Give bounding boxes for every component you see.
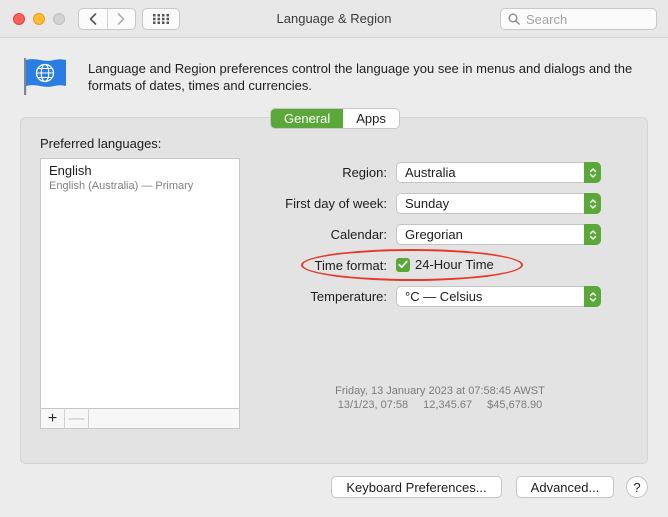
tab-bar: General Apps: [270, 108, 400, 129]
search-icon: [508, 13, 520, 25]
language-list[interactable]: English English (Australia) — Primary: [40, 158, 240, 409]
help-button[interactable]: ?: [626, 476, 648, 498]
sample-short-date: 13/1/23, 07:58: [337, 399, 409, 411]
time-format-checkbox-row[interactable]: 24-Hour Time: [396, 257, 494, 272]
preference-description: Language and Region preferences control …: [88, 61, 633, 93]
search-field[interactable]: [500, 8, 657, 30]
sample-number: 12,345.67: [423, 399, 473, 411]
time-format-label: Time format:: [314, 258, 387, 273]
temperature-popup[interactable]: °C — Celsius: [396, 286, 601, 307]
region-popup[interactable]: Australia: [396, 162, 601, 183]
first-day-popup[interactable]: Sunday: [396, 193, 601, 214]
title-bar: Language & Region: [0, 0, 668, 38]
calendar-popup[interactable]: Gregorian: [396, 224, 601, 245]
keyboard-preferences-button[interactable]: Keyboard Preferences...: [331, 476, 502, 498]
popup-arrows-icon: [584, 286, 601, 307]
popup-arrows-icon: [584, 224, 601, 245]
popup-arrows-icon: [584, 193, 601, 214]
region-value: Australia: [405, 165, 456, 180]
time-format-checkbox[interactable]: [396, 257, 410, 272]
add-language-button[interactable]: +: [41, 409, 65, 428]
language-item-name[interactable]: English: [49, 163, 92, 178]
language-region-flag-icon: [22, 56, 68, 96]
language-list-controls: + —: [40, 408, 240, 429]
language-item-detail: English (Australia) — Primary: [49, 180, 194, 192]
sample-currency: $45,678.90: [487, 399, 543, 411]
calendar-value: Gregorian: [405, 227, 463, 242]
advanced-button[interactable]: Advanced...: [516, 476, 614, 498]
first-day-label: First day of week:: [285, 196, 387, 211]
sample-short-formats: 13/1/23, 07:58 12,345.67 $45,678.90: [300, 398, 580, 412]
format-sample: Friday, 13 January 2023 at 07:58:45 AWST…: [300, 384, 580, 412]
tab-general[interactable]: General: [271, 109, 344, 128]
search-input[interactable]: [526, 11, 646, 27]
popup-arrows-icon: [584, 162, 601, 183]
temperature-value: °C — Celsius: [405, 289, 483, 304]
time-format-checkbox-label[interactable]: 24-Hour Time: [415, 257, 494, 272]
sample-full-date: Friday, 13 January 2023 at 07:58:45 AWST: [335, 385, 545, 397]
preferred-languages-label: Preferred languages:: [40, 136, 162, 151]
first-day-value: Sunday: [405, 196, 450, 211]
tab-apps[interactable]: Apps: [343, 109, 399, 128]
remove-language-button[interactable]: —: [65, 409, 89, 428]
temperature-label: Temperature:: [310, 289, 387, 304]
calendar-label: Calendar:: [330, 227, 387, 242]
checkmark-icon: [398, 260, 408, 269]
region-label: Region:: [342, 165, 387, 180]
